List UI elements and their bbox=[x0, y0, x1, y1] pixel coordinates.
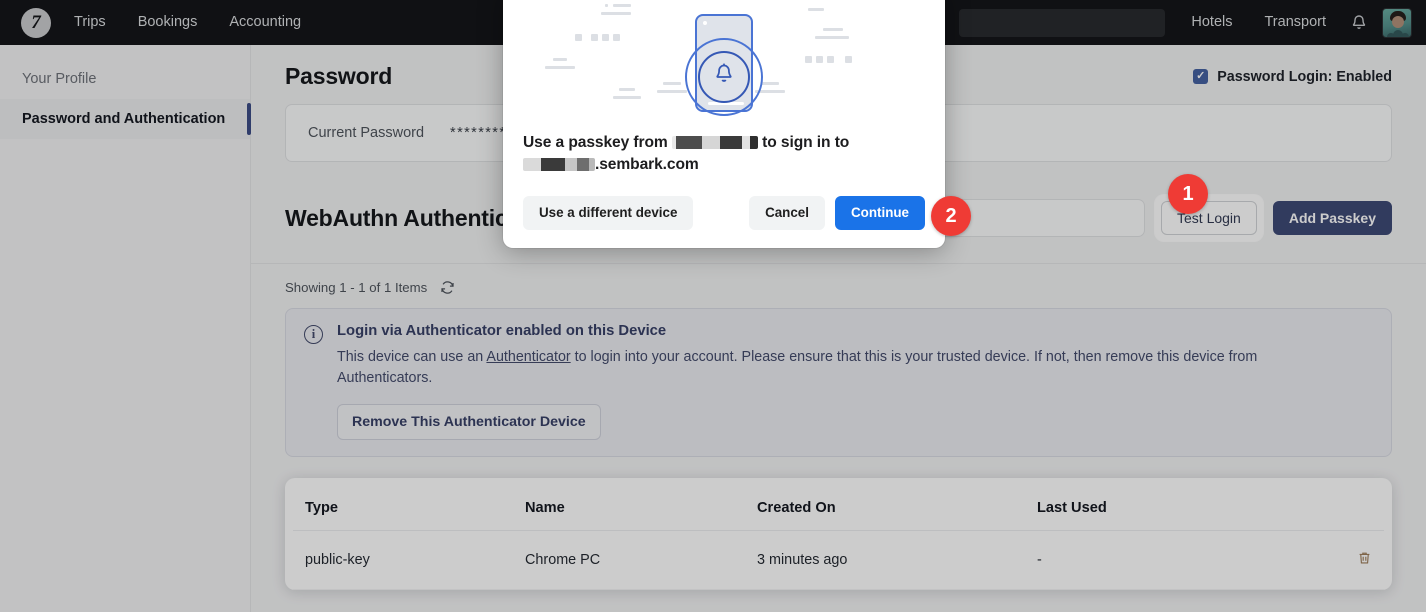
password-login-toggle[interactable]: ✓ Password Login: Enabled bbox=[1193, 69, 1392, 85]
nav-link-bookings[interactable]: Bookings bbox=[122, 0, 214, 45]
chrome-passkey-dialog: Use a passkey from to sign in to .sembar… bbox=[503, 0, 945, 248]
sidebar-item-password-and-authentication[interactable]: Password and Authentication bbox=[0, 99, 250, 139]
logo-mark: 7 bbox=[21, 8, 51, 38]
alert-content: Login via Authenticator enabled on this … bbox=[337, 323, 1302, 440]
use-a-different-device-button[interactable]: Use a different device bbox=[523, 196, 693, 229]
showing-count-text: Showing 1 - 1 of 1 Items bbox=[285, 280, 427, 295]
step-badge-1: 1 bbox=[1168, 174, 1208, 214]
column-header-type: Type bbox=[293, 486, 513, 531]
alert-title: Login via Authenticator enabled on this … bbox=[337, 323, 1302, 339]
dialog-domain-suffix: .sembark.com bbox=[595, 156, 699, 173]
app-root: 7 Trips Bookings Accounting Hotels Trans… bbox=[0, 0, 1426, 612]
bell-icon[interactable] bbox=[1342, 0, 1376, 45]
user-avatar[interactable] bbox=[1382, 8, 1412, 38]
table-header-row: Type Name Created On Last Used bbox=[293, 486, 1384, 531]
app-logo[interactable]: 7 bbox=[14, 8, 58, 38]
password-login-checkbox[interactable]: ✓ bbox=[1193, 69, 1208, 84]
phone-passkey-illustration bbox=[523, 0, 925, 130]
global-search-input[interactable] bbox=[959, 9, 1165, 37]
column-header-name: Name bbox=[513, 486, 745, 531]
nav-link-trips[interactable]: Trips bbox=[58, 0, 122, 45]
cell-name: Chrome PC bbox=[513, 531, 745, 590]
add-passkey-button[interactable]: Add Passkey bbox=[1273, 201, 1392, 235]
bell-icon bbox=[713, 62, 735, 90]
dialog-actions: Use a different device Cancel Continue bbox=[523, 196, 925, 229]
table-row: public-key Chrome PC 3 minutes ago - bbox=[293, 531, 1384, 590]
navbar-right-group: Hotels Transport bbox=[1175, 0, 1412, 45]
refresh-icon[interactable] bbox=[440, 280, 455, 295]
redacted-domain-prefix bbox=[523, 158, 595, 171]
dialog-text-before: Use a passkey from bbox=[523, 134, 668, 151]
alert-body: This device can use an Authenticator to … bbox=[337, 347, 1302, 388]
column-header-actions bbox=[1320, 486, 1384, 531]
info-icon: i bbox=[304, 325, 323, 344]
sidebar: Your Profile Password and Authentication bbox=[0, 45, 251, 612]
cell-actions bbox=[1320, 531, 1384, 590]
page-title: Password bbox=[285, 63, 392, 90]
nav-link-hotels[interactable]: Hotels bbox=[1175, 0, 1248, 45]
authenticators-table-card: Type Name Created On Last Used public-ke… bbox=[285, 478, 1392, 590]
nav-link-transport[interactable]: Transport bbox=[1248, 0, 1342, 45]
results-summary-row: Showing 1 - 1 of 1 Items bbox=[285, 264, 1392, 308]
trash-icon[interactable] bbox=[1357, 553, 1372, 570]
dialog-message: Use a passkey from to sign in to .sembar… bbox=[523, 132, 925, 176]
redacted-device-name bbox=[672, 136, 758, 149]
column-header-created-on: Created On bbox=[745, 486, 1025, 531]
cancel-button[interactable]: Cancel bbox=[749, 196, 825, 229]
table-head: Type Name Created On Last Used bbox=[293, 486, 1384, 531]
cell-type: public-key bbox=[293, 531, 513, 590]
continue-button[interactable]: Continue bbox=[835, 196, 925, 229]
sidebar-item-your-profile[interactable]: Your Profile bbox=[0, 59, 250, 99]
password-login-label: Password Login: Enabled bbox=[1217, 69, 1392, 85]
dialog-text-middle: to sign in to bbox=[762, 134, 849, 151]
authenticators-table: Type Name Created On Last Used public-ke… bbox=[293, 486, 1384, 590]
cell-created-on: 3 minutes ago bbox=[745, 531, 1025, 590]
table-body: public-key Chrome PC 3 minutes ago - bbox=[293, 531, 1384, 590]
step-badge-2: 2 bbox=[931, 196, 971, 236]
authenticator-info-alert: i Login via Authenticator enabled on thi… bbox=[285, 308, 1392, 457]
remove-authenticator-device-button[interactable]: Remove This Authenticator Device bbox=[337, 404, 601, 440]
alert-body-part-1: This device can use an bbox=[337, 349, 486, 365]
cell-last-used: - bbox=[1025, 531, 1320, 590]
current-password-label: Current Password bbox=[308, 125, 424, 141]
column-header-last-used: Last Used bbox=[1025, 486, 1320, 531]
authenticator-link[interactable]: Authenticator bbox=[486, 349, 570, 365]
nav-link-accounting[interactable]: Accounting bbox=[213, 0, 317, 45]
